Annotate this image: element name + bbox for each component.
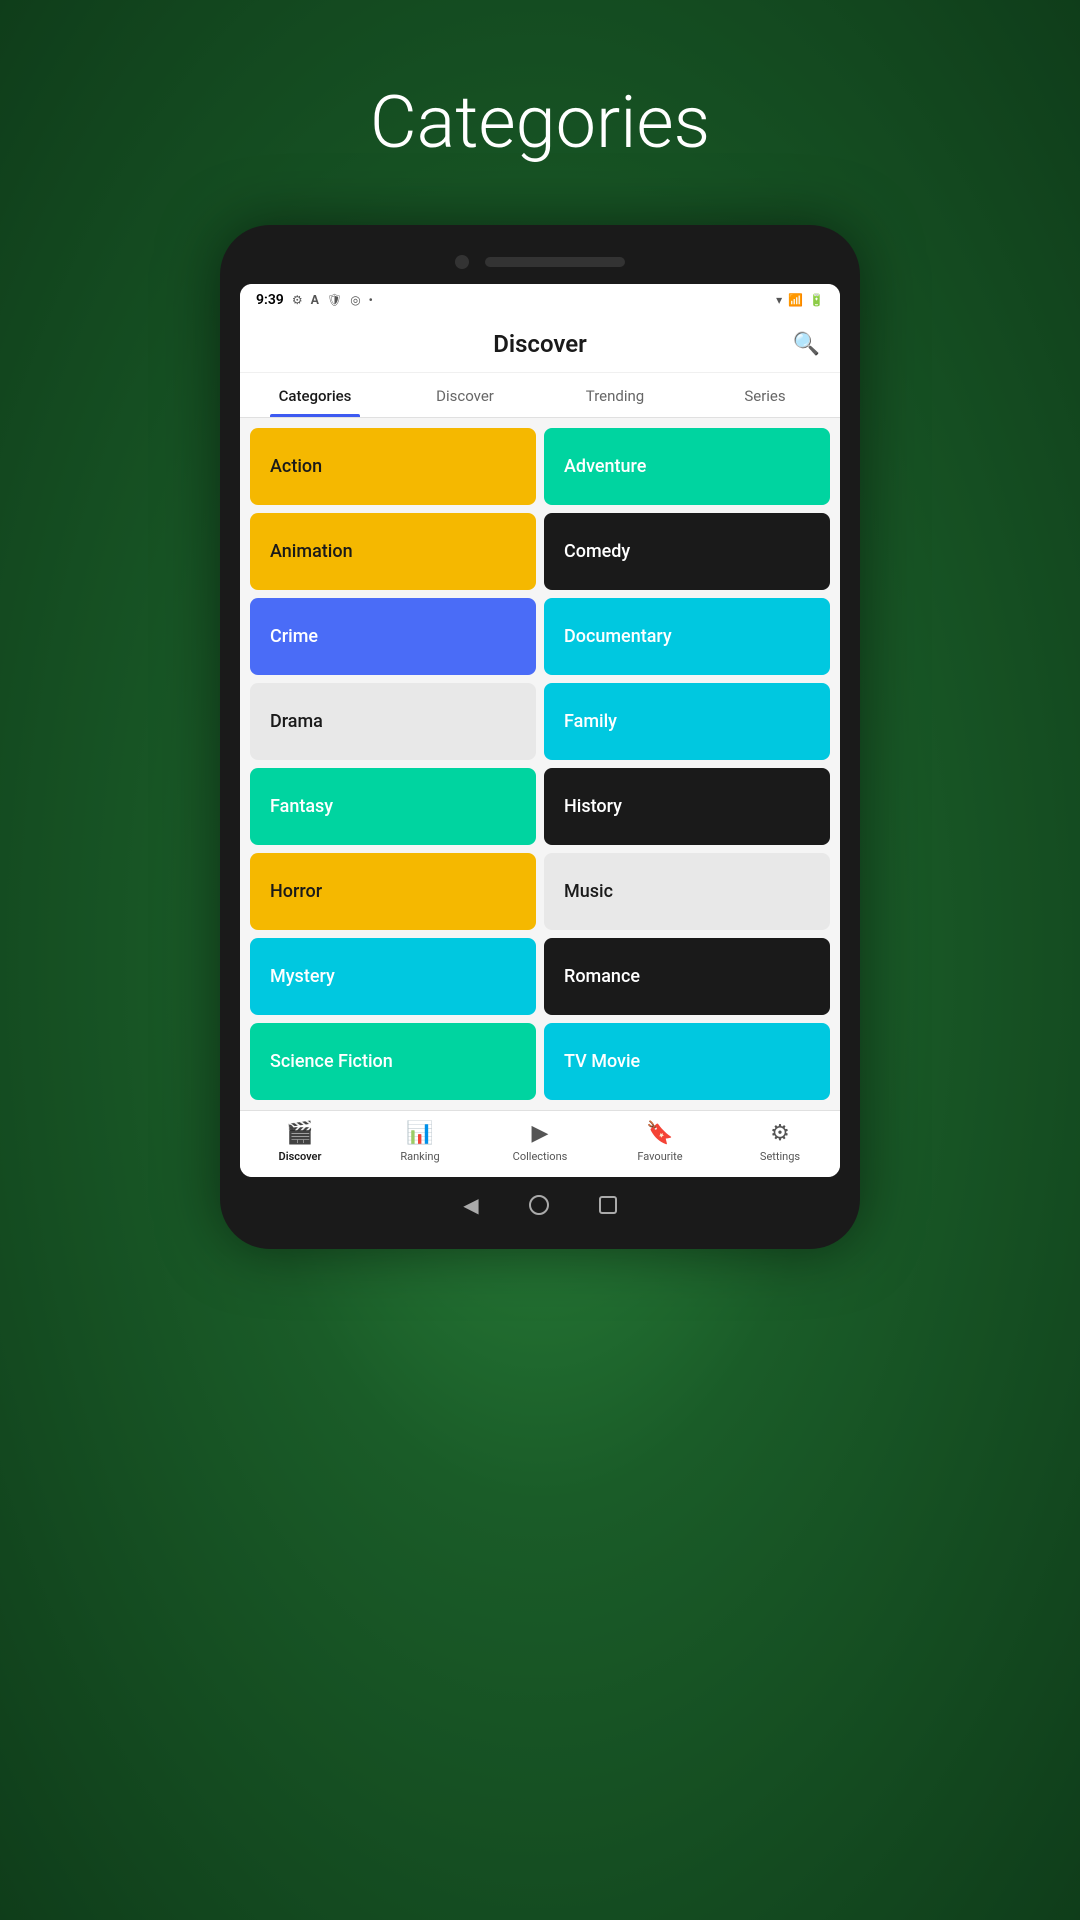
app-header: Discover 🔍 — [240, 316, 840, 373]
category-fantasy-label: Fantasy — [270, 796, 333, 817]
phone-device: 9:39 ⚙ 𝐀 🛡 ◎ • ▾ 📶 🔋 Discover 🔍 Categori… — [220, 225, 860, 1249]
category-comedy[interactable]: Comedy — [544, 513, 830, 590]
page-title: Categories — [370, 80, 710, 165]
wifi-icon: ▾ — [776, 293, 782, 307]
tab-trending[interactable]: Trending — [540, 373, 690, 417]
nav-ranking-label: Ranking — [400, 1150, 439, 1163]
phone-screen: 9:39 ⚙ 𝐀 🛡 ◎ • ▾ 📶 🔋 Discover 🔍 Categori… — [240, 284, 840, 1177]
category-family[interactable]: Family — [544, 683, 830, 760]
favourite-icon: 🔖 — [646, 1121, 673, 1146]
a-icon: 𝐀 — [311, 293, 319, 308]
category-comedy-label: Comedy — [564, 541, 630, 562]
gear-icon: ⚙ — [292, 293, 303, 307]
category-crime[interactable]: Crime — [250, 598, 536, 675]
nav-settings-label: Settings — [760, 1150, 800, 1163]
category-adventure[interactable]: Adventure — [544, 428, 830, 505]
back-button[interactable]: ◀ — [463, 1193, 478, 1217]
discover-icon: 🎬 — [286, 1121, 313, 1146]
category-action-label: Action — [270, 456, 322, 477]
category-history-label: History — [564, 796, 622, 817]
front-camera — [455, 255, 469, 269]
category-horror[interactable]: Horror — [250, 853, 536, 930]
status-time: 9:39 — [256, 292, 284, 308]
category-mystery-label: Mystery — [270, 966, 335, 987]
phone-notch — [240, 245, 840, 284]
nav-discover[interactable]: 🎬 Discover — [260, 1121, 340, 1163]
category-drama-label: Drama — [270, 711, 323, 732]
category-horror-label: Horror — [270, 881, 322, 902]
recents-button[interactable] — [599, 1196, 617, 1214]
status-bar: 9:39 ⚙ 𝐀 🛡 ◎ • ▾ 📶 🔋 — [240, 284, 840, 316]
category-mystery[interactable]: Mystery — [250, 938, 536, 1015]
nav-collections-label: Collections — [513, 1150, 568, 1163]
nav-favourite[interactable]: 🔖 Favourite — [620, 1121, 700, 1163]
category-crime-label: Crime — [270, 626, 318, 647]
category-science-fiction[interactable]: Science Fiction — [250, 1023, 536, 1100]
dot-icon: • — [369, 293, 373, 307]
phone-bottom-bar: ◀ — [240, 1177, 840, 1229]
collections-icon: ▶ — [532, 1121, 549, 1146]
tab-categories[interactable]: Categories — [240, 373, 390, 417]
tab-discover[interactable]: Discover — [390, 373, 540, 417]
target-icon: ◎ — [350, 293, 360, 307]
category-romance-label: Romance — [564, 966, 640, 987]
signal-icon: 📶 — [788, 293, 803, 307]
category-action[interactable]: Action — [250, 428, 536, 505]
category-animation[interactable]: Animation — [250, 513, 536, 590]
home-button[interactable] — [529, 1195, 549, 1215]
category-tv-movie-label: TV Movie — [564, 1051, 640, 1072]
category-animation-label: Animation — [270, 541, 353, 562]
tabs-row: Categories Discover Trending Series — [240, 373, 840, 418]
category-fantasy[interactable]: Fantasy — [250, 768, 536, 845]
category-music-label: Music — [564, 881, 613, 902]
nav-ranking[interactable]: 📊 Ranking — [380, 1121, 460, 1163]
category-history[interactable]: History — [544, 768, 830, 845]
tab-series[interactable]: Series — [690, 373, 840, 417]
category-science-fiction-label: Science Fiction — [270, 1051, 393, 1072]
nav-discover-label: Discover — [279, 1150, 322, 1163]
bottom-nav: 🎬 Discover 📊 Ranking ▶ Collections 🔖 Fav… — [240, 1110, 840, 1177]
speaker-grille — [485, 257, 625, 267]
nav-favourite-label: Favourite — [637, 1150, 682, 1163]
category-romance[interactable]: Romance — [544, 938, 830, 1015]
category-drama[interactable]: Drama — [250, 683, 536, 760]
nav-settings[interactable]: ⚙ Settings — [740, 1121, 820, 1163]
status-right: ▾ 📶 🔋 — [776, 293, 824, 307]
battery-icon: 🔋 — [809, 293, 824, 307]
category-music[interactable]: Music — [544, 853, 830, 930]
ranking-icon: 📊 — [406, 1121, 433, 1146]
category-documentary-label: Documentary — [564, 626, 672, 647]
status-left: 9:39 ⚙ 𝐀 🛡 ◎ • — [256, 292, 373, 308]
settings-icon: ⚙ — [770, 1121, 790, 1146]
app-title: Discover — [493, 330, 587, 358]
category-adventure-label: Adventure — [564, 456, 646, 477]
search-button[interactable]: 🔍 — [793, 332, 820, 357]
category-tv-movie[interactable]: TV Movie — [544, 1023, 830, 1100]
categories-grid: Action Adventure Animation Comedy Crime … — [240, 418, 840, 1110]
nav-collections[interactable]: ▶ Collections — [500, 1121, 580, 1163]
category-documentary[interactable]: Documentary — [544, 598, 830, 675]
category-family-label: Family — [564, 711, 617, 732]
shield-icon: 🛡 — [327, 293, 342, 307]
